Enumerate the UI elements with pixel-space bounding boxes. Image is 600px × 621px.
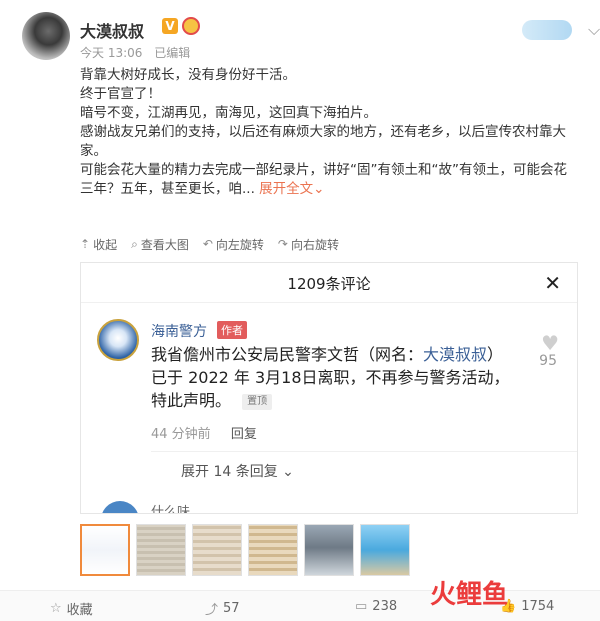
vip-badge-icon (182, 17, 200, 35)
post-text: 背靠大树好成长，没有身份好干活。 终于官宣了！ 暗号不变，江湖再见，南海见，这回… (80, 66, 580, 199)
next-commenter-avatar[interactable] (101, 501, 139, 513)
post-action-bar: ☆ 收藏 ⤴ 57 ▭ 238 👍 1754 (0, 590, 600, 621)
comment-button[interactable]: ▭ 238 (355, 599, 397, 614)
share-count: 57 (223, 601, 240, 616)
comments-title: 1209条评论 (287, 275, 371, 293)
arrow-up-icon: ⇡ (80, 237, 91, 251)
post-header: 大漠叔叔 V 今天 13:06 已编辑 ⌵ (22, 12, 600, 62)
chevron-down-icon[interactable]: ⌄ (313, 181, 324, 197)
reply-button[interactable]: 回复 (231, 427, 257, 442)
collapse-button[interactable]: ⇡ 收起 (80, 234, 117, 254)
expand-label[interactable]: 展开全文 (259, 181, 313, 197)
close-icon[interactable]: ✕ (544, 271, 561, 295)
expand-replies-button[interactable]: 展开 14 条回复 ⌄ (181, 461, 294, 481)
thumbnail[interactable] (136, 524, 186, 576)
rotate-right-icon: ↷ (277, 237, 288, 251)
image-toolbar: ⇡ 收起 ⌕ 查看大图 ↶ 向左旋转 ↷ 向右旋转 (80, 234, 353, 254)
comment-text: 我省儋州市公安局民警李文哲（网名：大漠叔叔）已于 2022 年 3月18日离职，… (151, 343, 511, 412)
comment-time: 44 分钟前 (151, 427, 211, 442)
pinned-tag: 置顶 (242, 393, 273, 410)
thumbnail[interactable] (192, 524, 242, 576)
username[interactable]: 大漠叔叔 (80, 18, 144, 42)
comment-icon: ▭ (355, 599, 368, 614)
favorite-button[interactable]: ☆ 收藏 (50, 599, 93, 618)
thumbnail[interactable] (360, 524, 410, 576)
view-large-label: 查看大图 (140, 237, 189, 252)
chevron-down-icon[interactable]: ⌵ (588, 20, 600, 40)
post-paragraph: 终于官宣了！ (80, 86, 161, 102)
verified-badge-icon: V (162, 18, 178, 34)
favorite-label: 收藏 (66, 603, 93, 618)
edited-label[interactable]: 已编辑 (154, 46, 190, 60)
expand-full-text-link[interactable]: 展开全文⌄ (259, 181, 324, 197)
author-tag: 作者 (217, 321, 247, 339)
thumbnail[interactable] (248, 524, 298, 576)
comment-count: 238 (372, 599, 398, 614)
comment-meta: 44 分钟前 回复 (151, 423, 257, 442)
watermark-logo: 火鲤鱼 (430, 580, 509, 610)
post-time: 今天 13:06 (80, 46, 143, 60)
avatar[interactable] (22, 12, 70, 60)
embedded-comments-image[interactable]: 1209条评论 ✕ 海南警方 作者 ♥ 95 我省儋州市公安局民警李文哲（网名：… (80, 262, 578, 514)
commenter-name[interactable]: 海南警方 (151, 321, 207, 341)
thumbnail[interactable] (304, 524, 354, 576)
comment-text-prefix: 我省儋州市公安局民警李文哲（网名： (151, 345, 424, 364)
like-button[interactable]: 👍 1754 (500, 599, 554, 614)
share-button[interactable]: ⤴ 57 (205, 599, 240, 618)
expand-replies-label[interactable]: 展开 14 条回复 (181, 464, 278, 480)
rotate-right-label: 向右旋转 (290, 237, 339, 252)
next-commenter-name[interactable]: 什么味 (151, 501, 190, 513)
decoration-card-icon (522, 20, 572, 40)
comment-like-count: 95 (539, 353, 557, 369)
search-icon: ⌕ (131, 236, 138, 251)
post-paragraph: 暗号不变，江湖再见，南海见，这回真下海拍片。 (80, 105, 377, 121)
like-count: 1754 (521, 599, 555, 614)
post-meta: 今天 13:06 已编辑 (80, 44, 198, 61)
rotate-left-icon: ↶ (202, 237, 213, 251)
post-paragraph: 感谢战友兄弟们的支持，以后还有麻烦大家的地方，还有老乡，以后宣传农村靠大家。 (80, 124, 566, 159)
chevron-down-icon: ⌄ (282, 464, 294, 480)
post-paragraph: 背靠大树好成长，没有身份好干活。 (80, 67, 296, 83)
comments-header: 1209条评论 ✕ (81, 263, 577, 303)
view-large-button[interactable]: ⌕ 查看大图 (131, 234, 189, 254)
mention-link[interactable]: 大漠叔叔 (423, 345, 487, 364)
rotate-left-label: 向左旋转 (215, 237, 264, 252)
commenter-avatar[interactable] (97, 319, 139, 361)
post-paragraph: 可能会花大量的精力去完成一部纪录片，讲好“固”有领土和“故”有领土，可能会花三年… (80, 161, 580, 199)
heart-icon[interactable]: ♥ (541, 331, 559, 355)
image-thumbnail-strip (80, 524, 416, 578)
rotate-right-button[interactable]: ↷ 向右旋转 (278, 234, 339, 254)
comment-divider (151, 451, 577, 452)
rotate-left-button[interactable]: ↶ 向左旋转 (203, 234, 264, 254)
thumbnail[interactable] (80, 524, 130, 576)
collapse-label: 收起 (93, 237, 118, 252)
share-icon: ⤴ (205, 603, 219, 618)
star-icon: ☆ (50, 601, 62, 616)
